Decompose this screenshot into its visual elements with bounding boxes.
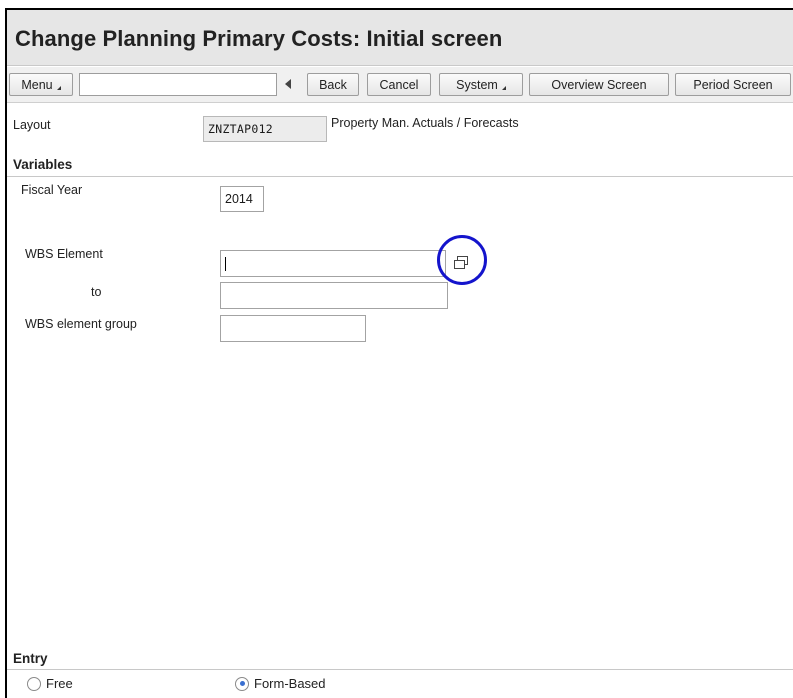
menu-button-label: Menu	[21, 77, 53, 92]
back-button[interactable]: Back	[307, 73, 359, 96]
cancel-button[interactable]: Cancel	[367, 73, 431, 96]
command-field[interactable]	[79, 73, 277, 96]
page-title: Change Planning Primary Costs: Initial s…	[15, 26, 503, 51]
entry-section-title: Entry	[13, 651, 48, 666]
wbs-group-field[interactable]	[220, 315, 366, 342]
text-cursor	[225, 256, 226, 271]
dropdown-caret-icon	[501, 85, 506, 90]
multiple-selection-icon	[454, 256, 468, 269]
toolbar: Menu Back Cancel System Overview Screen …	[7, 67, 793, 103]
layout-description: Property Man. Actuals / Forecasts	[331, 116, 519, 130]
fiscal-year-field[interactable]: 2014	[220, 186, 264, 212]
radio-form-based[interactable]: Form-Based	[235, 676, 326, 691]
title-bar: Change Planning Primary Costs: Initial s…	[7, 10, 793, 66]
radio-free[interactable]: Free	[27, 676, 73, 691]
fiscal-year-label: Fiscal Year	[21, 183, 83, 197]
wbs-element-to-field[interactable]	[220, 282, 448, 309]
system-button-label: System	[456, 77, 498, 92]
to-label: to	[91, 285, 102, 299]
radio-free-label: Free	[46, 676, 73, 691]
dropdown-caret-icon	[56, 85, 61, 90]
layout-label: Layout	[13, 118, 51, 132]
multiple-selection-button[interactable]	[447, 250, 475, 276]
radio-form-based-button[interactable]	[235, 676, 249, 691]
wbs-group-label: WBS element group	[25, 317, 137, 331]
variables-divider	[7, 176, 793, 177]
wbs-element-label: WBS Element	[25, 247, 103, 261]
radio-free-button[interactable]	[27, 676, 41, 691]
menu-button[interactable]: Menu	[9, 73, 73, 96]
wbs-element-from-field[interactable]	[220, 250, 446, 277]
entry-divider	[7, 669, 793, 670]
radio-form-based-label: Form-Based	[254, 676, 326, 691]
period-screen-button[interactable]: Period Screen	[675, 73, 791, 96]
system-button[interactable]: System	[439, 73, 523, 96]
variables-section-title: Variables	[13, 157, 73, 172]
sap-window: Change Planning Primary Costs: Initial s…	[5, 8, 793, 698]
layout-code-field: ZNZTAP012	[203, 116, 327, 142]
triangle-left-icon[interactable]	[285, 79, 291, 89]
overview-screen-button[interactable]: Overview Screen	[529, 73, 669, 96]
